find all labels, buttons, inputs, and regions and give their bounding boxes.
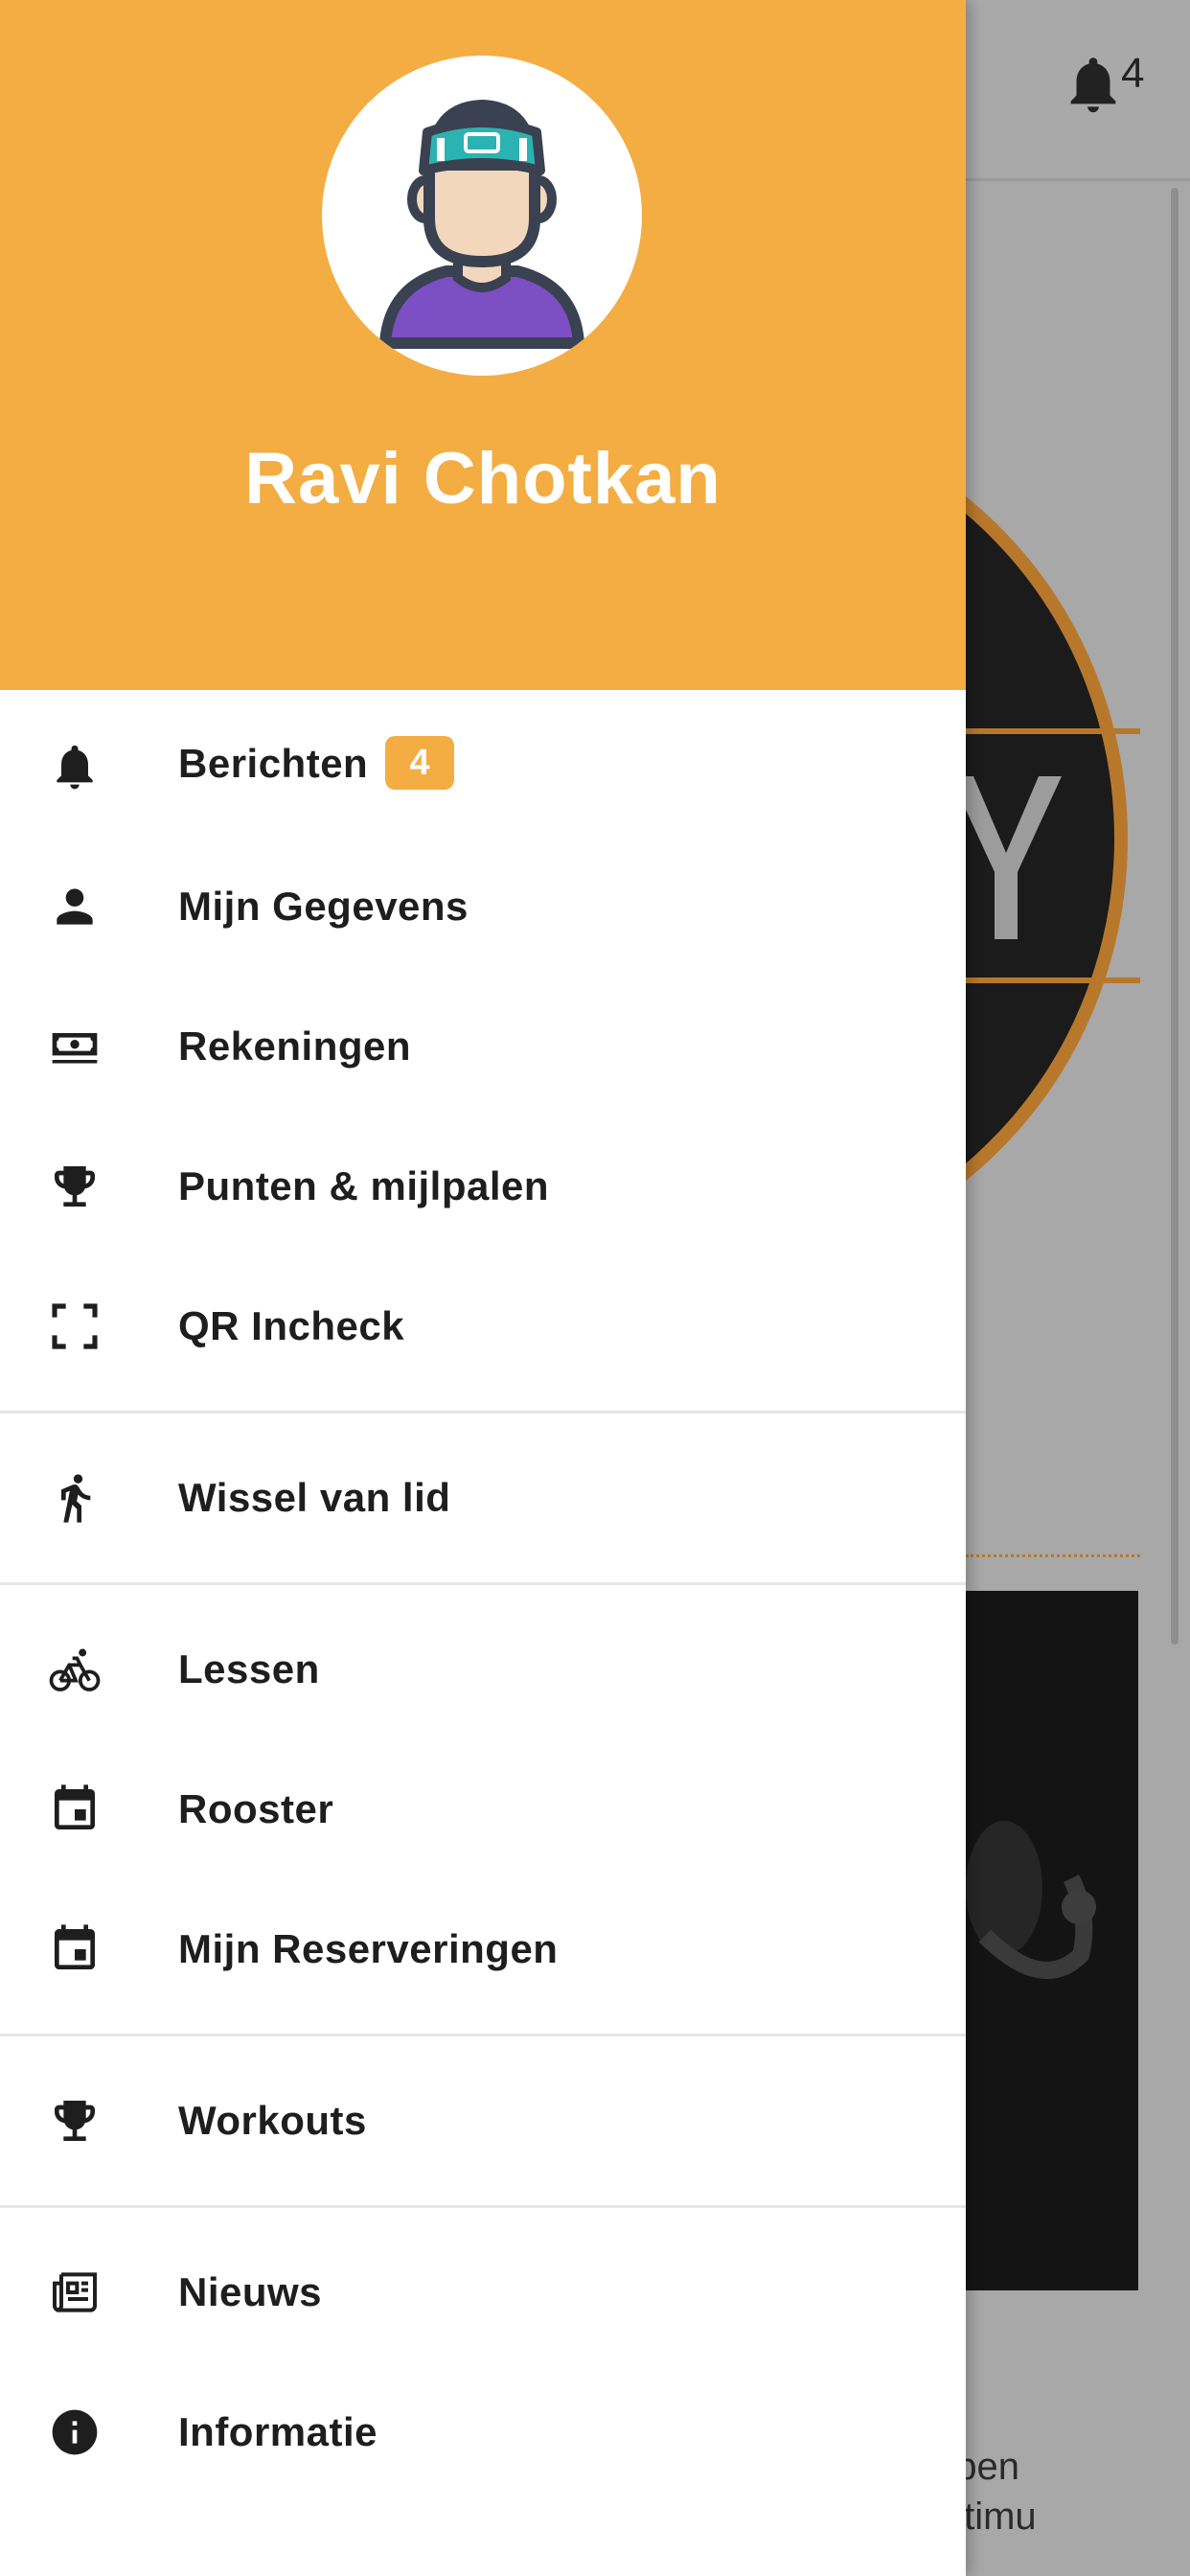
notification-bell-icon[interactable] [1060,46,1127,123]
menu-item-label: QR Incheck [178,1303,405,1348]
menu-item-nieuws[interactable]: Nieuws [0,2222,966,2362]
scrollbar[interactable] [1171,188,1179,1644]
menu-divider [0,2205,966,2208]
money-icon [46,1018,103,1075]
menu-item-label: Workouts [178,2098,367,2143]
calendar-icon [46,1781,103,1838]
bicycle-icon [46,1641,103,1698]
menu-item-label: Punten & mijlpalen [178,1163,550,1208]
menu-item-label: Mijn Gegevens [178,884,469,929]
menu-item-berichten[interactable]: Berichten 4 [0,697,966,837]
user-name: Ravi Chotkan [244,438,721,519]
newspaper-icon [46,2264,103,2321]
scan-frame-icon [46,1298,103,1355]
menu-item-punten-mijlpalen[interactable]: Punten & mijlpalen [0,1116,966,1256]
menu-item-label: Nieuws [178,2269,323,2314]
menu-item-lessen[interactable]: Lessen [0,1599,966,1739]
menu-item-label: Lessen [178,1646,320,1691]
notification-count: 4 [1121,50,1145,97]
menu-item-qr-incheck[interactable]: QR Incheck [0,1256,966,1396]
calendar-icon [46,1920,103,1978]
bell-icon [46,738,103,795]
menu-item-rekeningen[interactable]: Rekeningen [0,977,966,1116]
menu-item-label: Rooster [178,1786,334,1831]
menu-item-mijn-gegevens[interactable]: Mijn Gegevens [0,837,966,977]
menu-item-rooster[interactable]: Rooster [0,1739,966,1879]
menu-item-mijn-reserveringen[interactable]: Mijn Reserveringen [0,1879,966,2019]
menu-item-label: Wissel van lid [178,1475,451,1520]
menu-item-label: Berichten [178,741,369,787]
menu-item-informatie[interactable]: Informatie [0,2362,966,2502]
trophy-icon [46,1158,103,1215]
menu-item-wissel-van-lid[interactable]: Wissel van lid [0,1428,966,1568]
menu-divider [0,1582,966,1585]
avatar[interactable] [322,56,642,376]
menu-divider [0,1411,966,1414]
menu-item-label: Mijn Reserveringen [178,1926,559,1971]
drawer-header: Ravi Chotkan [0,0,966,690]
navigation-drawer: Ravi Chotkan Berichten 4 Mijn Gegevens Re… [0,0,966,2576]
menu-item-label: Informatie [178,2409,378,2454]
workout-photo[interactable] [966,1591,1138,2290]
content-divider [966,1554,1140,1557]
info-icon [46,2404,103,2461]
menu-divider [0,2034,966,2036]
person-icon [46,878,103,935]
menu-item-label: Rekeningen [178,1024,412,1069]
drawer-menu: Berichten 4 Mijn Gegevens Rekeningen Punt… [0,690,966,2502]
unread-badge: 4 [385,736,455,790]
trophy-icon [46,2092,103,2150]
menu-item-workouts[interactable]: Workouts [0,2051,966,2191]
walking-icon [46,1469,103,1527]
